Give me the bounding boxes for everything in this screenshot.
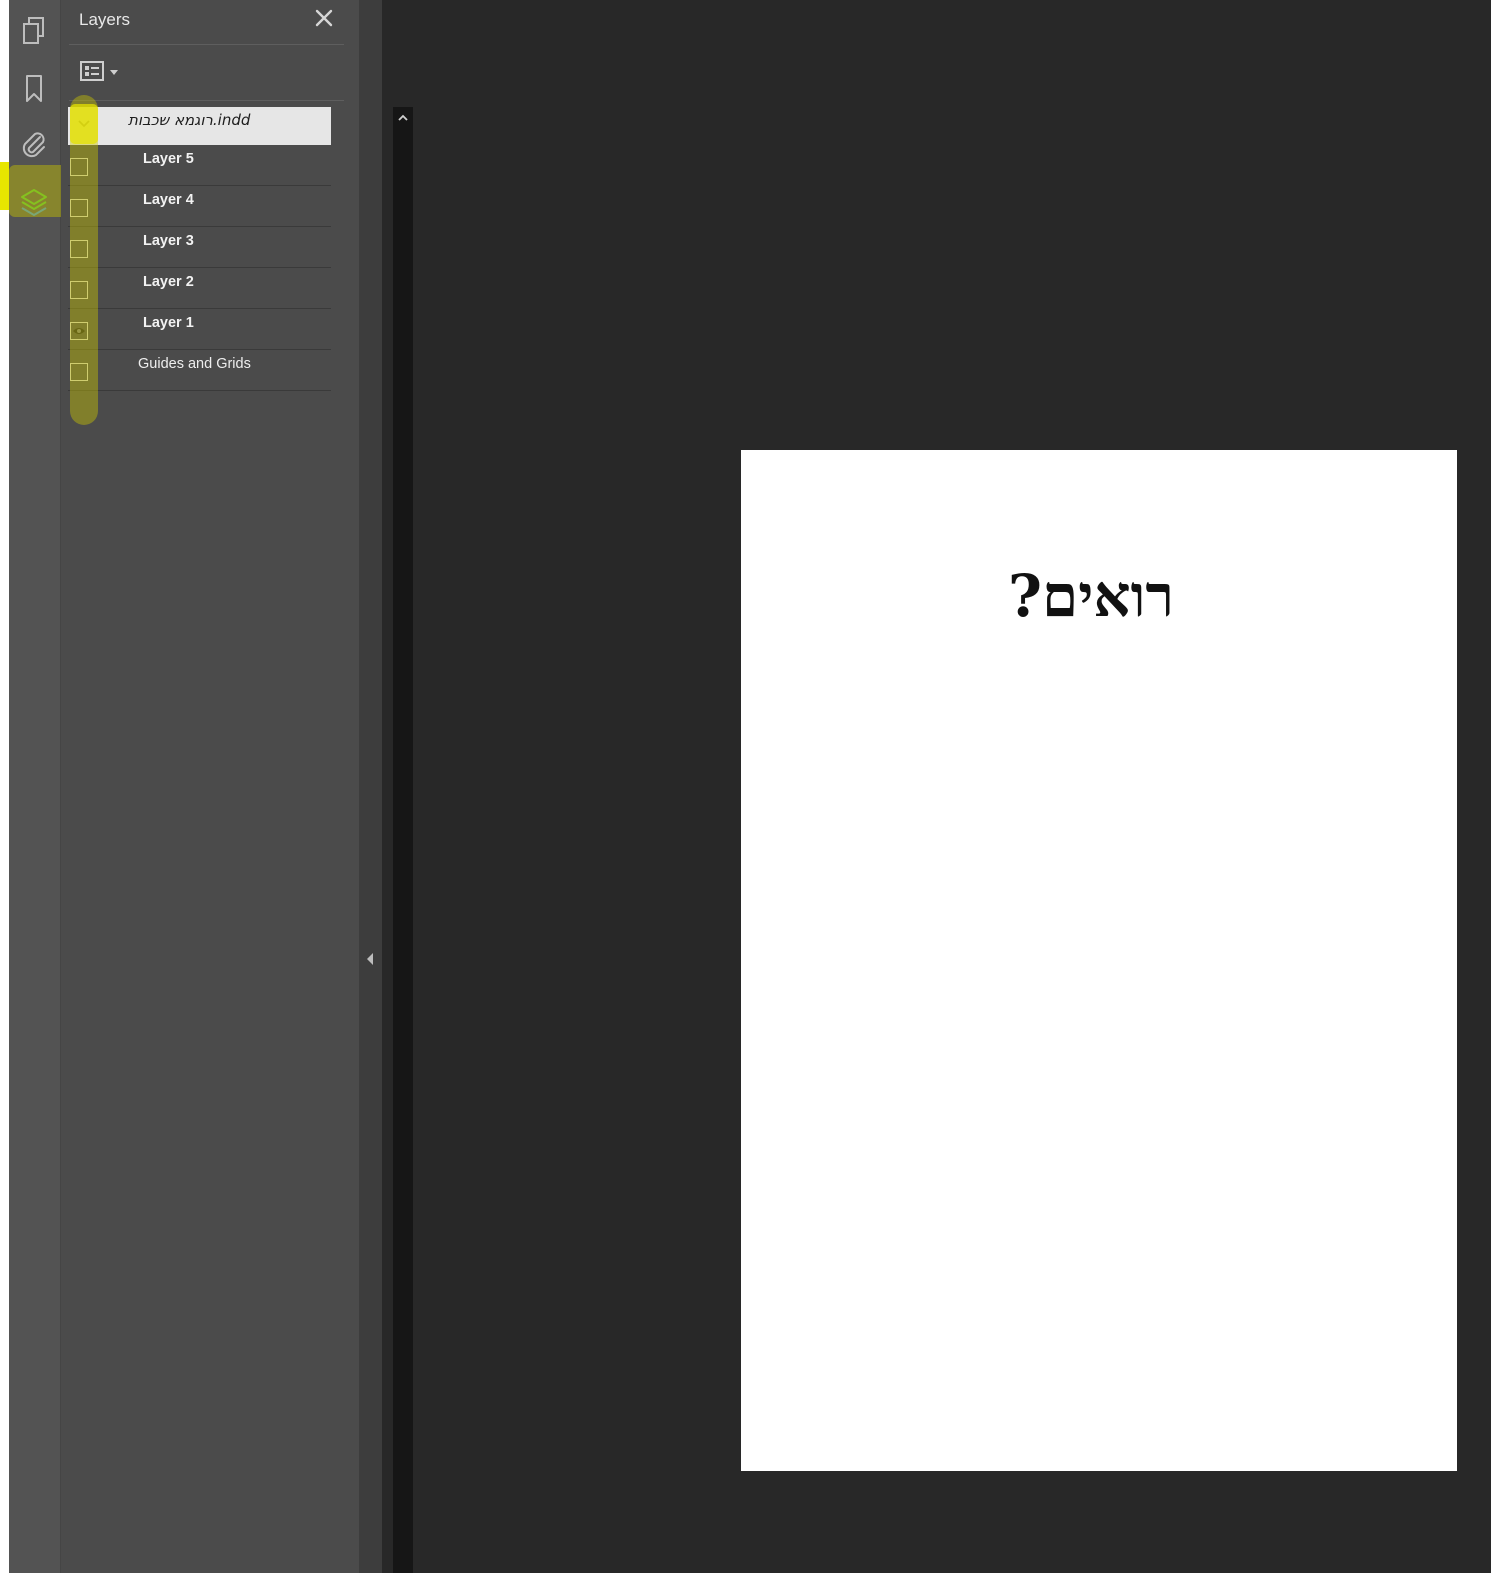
divider <box>69 100 344 101</box>
scroll-up-button[interactable] <box>394 110 412 126</box>
bookmark-icon[interactable] <box>17 72 51 106</box>
layer-name: Layer 4 <box>143 192 194 208</box>
close-icon[interactable] <box>312 6 336 30</box>
visibility-checkbox[interactable] <box>70 240 88 258</box>
chevron-up-icon <box>398 114 408 121</box>
visibility-checkbox[interactable] <box>70 281 88 299</box>
layers-panel: Layers רוגמא שכבות.indd Layer 5 Layer 4 La… <box>61 0 413 1573</box>
visibility-checkbox[interactable] <box>70 199 88 217</box>
document-name: רוגמא שכבות.indd <box>128 111 251 129</box>
eye-icon <box>73 328 85 334</box>
layer-list: Layer 5 Layer 4 Layer 3 Layer 2 Layer 1 Guide… <box>68 145 331 391</box>
annotation-highlight <box>0 162 9 210</box>
visibility-checkbox[interactable] <box>70 363 88 381</box>
options-icon <box>80 61 118 81</box>
document-node[interactable]: רוגמא שכבות.indd <box>68 107 331 145</box>
layer-name: Layer 3 <box>143 233 194 249</box>
layer-row[interactable]: Guides and Grids <box>68 350 331 391</box>
panel-splitter[interactable] <box>359 0 382 1573</box>
layer-row[interactable]: Layer 3 <box>68 227 331 268</box>
panel-title: Layers <box>79 10 131 29</box>
scrollbar[interactable] <box>393 107 413 1573</box>
chevron-down-icon[interactable] <box>76 115 92 131</box>
attachment-icon[interactable] <box>17 127 51 161</box>
layer-row[interactable]: Layer 5 <box>68 145 331 186</box>
layers-tree: רוגמא שכבות.indd Layer 5 Layer 4 Layer 3 La… <box>68 107 331 391</box>
visibility-checkbox[interactable] <box>70 158 88 176</box>
page-heading: רואים? <box>1008 562 1174 630</box>
layer-name: Layer 1 <box>143 315 194 331</box>
layer-row[interactable]: Layer 1 <box>68 309 331 350</box>
layer-row[interactable]: Layer 4 <box>68 186 331 227</box>
layer-name: Layer 2 <box>143 274 194 290</box>
pages-icon[interactable] <box>17 14 51 48</box>
window-edge <box>0 0 9 1573</box>
document-page: רואים? <box>741 450 1457 1471</box>
annotation-highlight <box>9 165 69 217</box>
layer-name: Layer 5 <box>143 151 194 167</box>
collapse-panel-icon[interactable] <box>365 952 375 966</box>
panel-border <box>352 0 359 1573</box>
layer-row[interactable]: Layer 2 <box>68 268 331 309</box>
navigation-rail <box>9 0 61 1573</box>
visibility-checkbox[interactable] <box>70 322 88 340</box>
layer-name: Guides and Grids <box>138 356 251 372</box>
layer-options-button[interactable] <box>78 58 124 86</box>
divider <box>69 44 344 45</box>
